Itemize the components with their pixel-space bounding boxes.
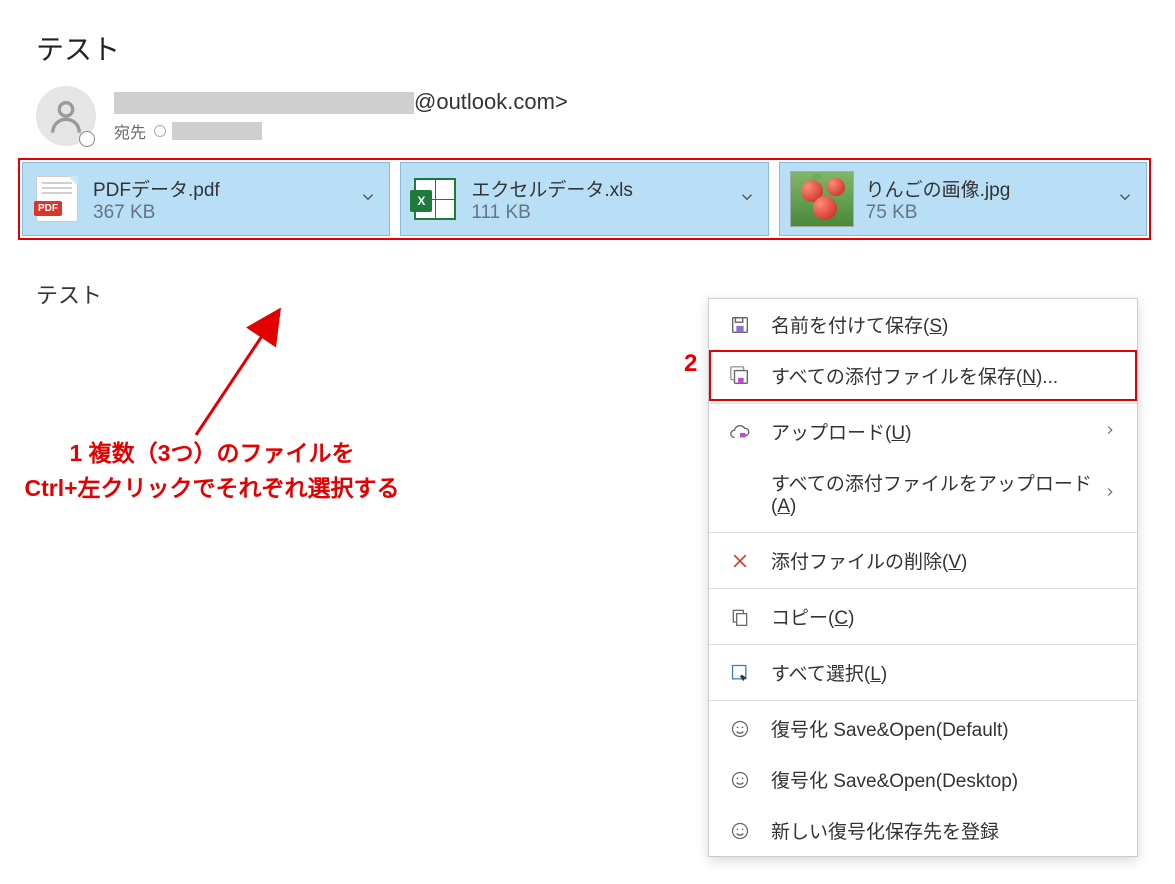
image-thumbnail (790, 171, 854, 227)
empty-icon (727, 481, 753, 507)
to-label: 宛先 (114, 119, 146, 143)
menu-separator (709, 532, 1137, 533)
attachment-image[interactable]: りんごの画像.jpg 75 KB (779, 162, 1147, 236)
sender-info: @outlook.com> 宛先 (114, 89, 568, 143)
menu-separator (709, 588, 1137, 589)
presence-dot (80, 132, 94, 146)
menu-separator (709, 700, 1137, 701)
menu-select-all[interactable]: すべて選択(L) (709, 647, 1137, 698)
menu-label: 添付ファイルの削除(V) (771, 547, 1119, 574)
menu-label: アップロード(U) (771, 418, 1103, 445)
recipient-presence-dot (154, 125, 166, 137)
attachment-size: 75 KB (866, 202, 1116, 224)
annotation-arrow (176, 300, 326, 450)
menu-decrypt-desktop[interactable]: 復号化 Save&Open(Desktop) (709, 754, 1137, 805)
sender-row: @outlook.com> 宛先 (36, 86, 1175, 146)
sender-email: @outlook.com> (114, 89, 568, 115)
excel-file-icon: X (411, 175, 459, 223)
chevron-right-icon (1103, 421, 1119, 443)
menu-label: 名前を付けて保存(S) (771, 311, 1119, 338)
attachment-xls[interactable]: X エクセルデータ.xls 111 KB (400, 162, 768, 236)
menu-label: すべての添付ファイルを保存(N)... (771, 362, 1119, 389)
attachment-name: りんごの画像.jpg (866, 175, 1116, 202)
menu-label: すべての添付ファイルをアップロード(A) (771, 469, 1103, 518)
redacted-sender-name (114, 92, 414, 114)
delete-x-icon (727, 548, 753, 574)
attachment-name: エクセルデータ.xls (471, 175, 737, 202)
sender-suffix: @outlook.com> (414, 89, 568, 114)
menu-save-all-attachments[interactable]: すべての添付ファイルを保存(N)... (709, 350, 1137, 401)
chevron-down-icon[interactable] (359, 188, 379, 211)
recipient-row: 宛先 (114, 119, 568, 143)
smiley-icon (727, 767, 753, 793)
pdf-file-icon: PDF (33, 175, 81, 223)
attachment-pdf[interactable]: PDF PDFデータ.pdf 367 KB (22, 162, 390, 236)
menu-decrypt-register[interactable]: 新しい復号化保存先を登録 (709, 805, 1137, 856)
email-subject: テスト (36, 28, 1175, 68)
copy-icon (727, 604, 753, 630)
menu-decrypt-default[interactable]: 復号化 Save&Open(Default) (709, 703, 1137, 754)
save-all-icon (727, 363, 753, 389)
menu-label: 復号化 Save&Open(Desktop) (771, 766, 1119, 793)
annotation-step1: 1 複数（3つ）のファイルを Ctrl+左クリックでそれぞれ選択する (12, 436, 412, 505)
redacted-recipient (172, 122, 262, 140)
attachment-size: 367 KB (93, 202, 359, 224)
menu-save-as[interactable]: 名前を付けて保存(S) (709, 299, 1137, 350)
cloud-upload-icon (727, 419, 753, 445)
smiley-icon (727, 716, 753, 742)
menu-separator (709, 403, 1137, 404)
attachment-context-menu: 名前を付けて保存(S) すべての添付ファイルを保存(N)... アップロード(U… (708, 298, 1138, 857)
menu-label: 新しい復号化保存先を登録 (771, 817, 1119, 844)
menu-delete-attachment[interactable]: 添付ファイルの削除(V) (709, 535, 1137, 586)
person-icon (46, 96, 86, 136)
annotation-step2: 2 (684, 350, 697, 378)
menu-label: 復号化 Save&Open(Default) (771, 715, 1119, 742)
chevron-down-icon[interactable] (1116, 188, 1136, 211)
menu-upload-all[interactable]: すべての添付ファイルをアップロード(A) (709, 457, 1137, 530)
attachment-name: PDFデータ.pdf (93, 175, 359, 202)
save-icon (727, 312, 753, 338)
attachment-size: 111 KB (471, 202, 737, 224)
menu-upload[interactable]: アップロード(U) (709, 406, 1137, 457)
select-all-icon (727, 660, 753, 686)
chevron-down-icon[interactable] (738, 188, 758, 211)
menu-label: すべて選択(L) (771, 659, 1119, 686)
smiley-icon (727, 818, 753, 844)
avatar (36, 86, 96, 146)
attachments-selection-box: PDF PDFデータ.pdf 367 KB X エクセルデータ.xls 111 … (18, 158, 1151, 240)
chevron-right-icon (1103, 483, 1119, 505)
menu-label: コピー(C) (771, 603, 1119, 630)
menu-copy[interactable]: コピー(C) (709, 591, 1137, 642)
menu-separator (709, 644, 1137, 645)
